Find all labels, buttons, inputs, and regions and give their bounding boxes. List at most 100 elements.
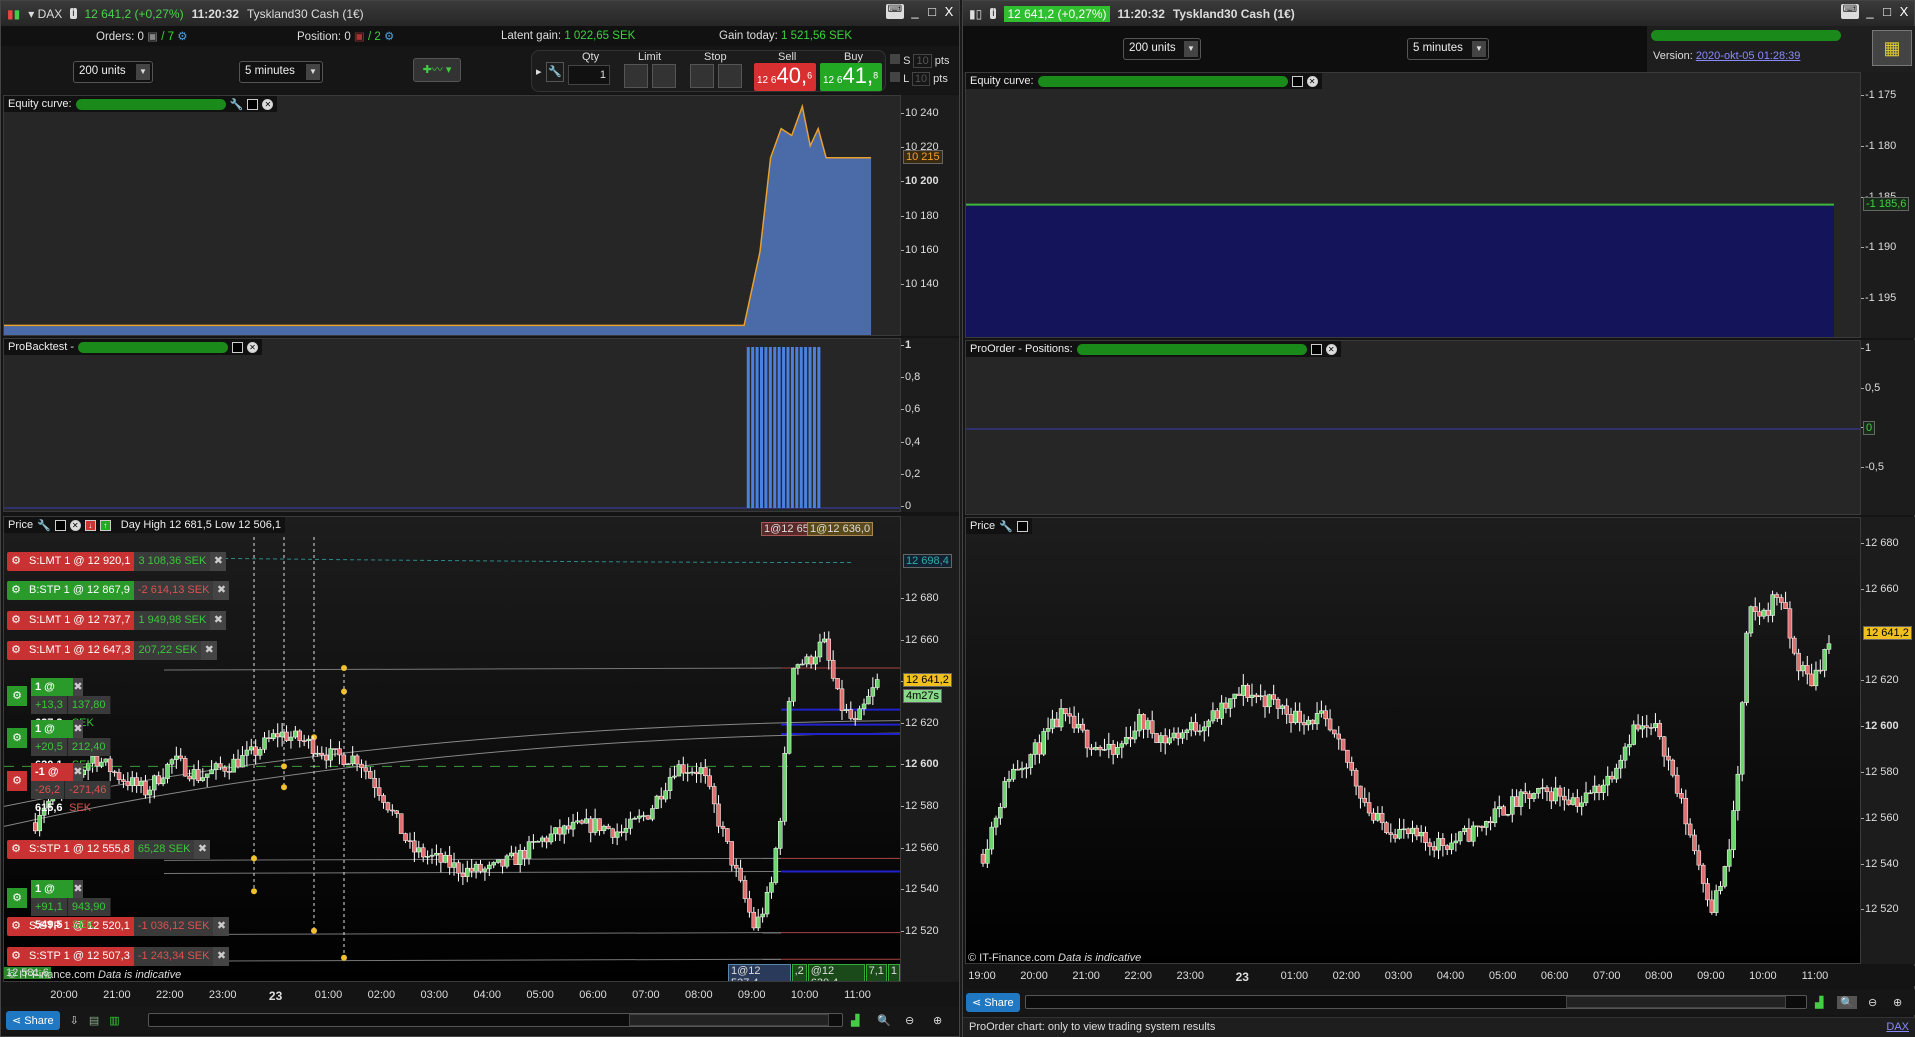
sell-stop-button[interactable] bbox=[718, 64, 742, 88]
cancel-order-button[interactable]: ✖ bbox=[210, 611, 227, 630]
s-checkbox[interactable] bbox=[890, 54, 900, 64]
pending-order-label[interactable]: ⚙ S:LMT 1 @ 12 737,7 1 949,98 SEK ✖ bbox=[7, 611, 227, 630]
timeframe-select[interactable]: 5 minutes ▼ bbox=[239, 61, 323, 83]
pending-order-label[interactable]: ⚙ B:STP 1 @ 12 867,9 -2 614,13 SEK ✖ bbox=[7, 581, 230, 600]
trade-tag[interactable]: 7,1 bbox=[865, 964, 887, 981]
chart-type-icon[interactable]: ▟ bbox=[851, 1014, 859, 1027]
zoom-out-icon[interactable]: ⊖ bbox=[1868, 996, 1877, 1009]
l-checkbox[interactable] bbox=[890, 72, 900, 82]
l-pts-input[interactable]: 10 bbox=[911, 72, 931, 86]
close-position-button[interactable]: ✖ bbox=[73, 678, 83, 696]
trade-tag[interactable]: 1@12 537,4 bbox=[728, 964, 791, 981]
cancel-order-button[interactable]: ✖ bbox=[213, 947, 230, 966]
timeframe-select[interactable]: 5 minutes ▼ bbox=[1407, 38, 1489, 60]
horizontal-scrollbar[interactable] bbox=[1025, 995, 1807, 1009]
cancel-order-button[interactable]: ✖ bbox=[213, 581, 230, 600]
gears-icon[interactable]: ⚙ bbox=[7, 947, 25, 966]
close-position-button[interactable]: ✖ bbox=[73, 720, 83, 738]
cancel-order-button[interactable]: ✖ bbox=[201, 641, 218, 660]
dax-link[interactable]: DAX bbox=[1886, 1021, 1909, 1033]
trade-tag[interactable]: ,2 bbox=[791, 964, 807, 981]
maximize-pane-icon[interactable] bbox=[1016, 520, 1028, 532]
cancel-orders-icon[interactable]: ▣ bbox=[147, 31, 158, 43]
trade-tag[interactable]: @12 630,4 bbox=[807, 964, 865, 981]
autoscale-icon[interactable]: 🔍 bbox=[877, 1014, 891, 1027]
minimize-button[interactable]: _ bbox=[1864, 4, 1876, 19]
position-total[interactable]: / 2 bbox=[368, 31, 381, 43]
close-position-button[interactable]: ✖ bbox=[73, 763, 83, 781]
wrench-icon[interactable]: 🔧 bbox=[999, 520, 1013, 533]
pending-order-label[interactable]: ⚙ S:LMT 1 @ 12 920,1 3 108,36 SEK ✖ bbox=[7, 552, 227, 571]
keyboard-icon[interactable]: ⌨ bbox=[1840, 4, 1859, 19]
list-icon[interactable]: ▤ bbox=[89, 1014, 99, 1027]
trading-system-icon[interactable]: ▦ bbox=[1872, 30, 1912, 66]
close-pane-icon[interactable]: ✕ bbox=[247, 341, 259, 353]
maximize-button[interactable]: □ bbox=[1881, 4, 1893, 19]
order-tag[interactable]: 1@12 65 bbox=[761, 522, 812, 536]
cancel-order-button[interactable]: ✖ bbox=[194, 840, 211, 859]
cancel-order-button[interactable]: ✖ bbox=[213, 917, 230, 936]
gears-icon[interactable]: ⚙ bbox=[384, 31, 394, 43]
horizontal-scrollbar[interactable] bbox=[148, 1013, 843, 1027]
qty-input[interactable]: 1 bbox=[568, 65, 610, 85]
keyboard-icon[interactable]: ⌨ bbox=[885, 4, 904, 19]
maximize-pane-icon[interactable] bbox=[1291, 75, 1303, 87]
expand-arrow-icon[interactable]: ▸ bbox=[536, 65, 542, 78]
gears-icon[interactable]: ⚙ bbox=[7, 552, 25, 571]
gears-icon[interactable]: ⚙ bbox=[7, 728, 27, 748]
wrench-icon[interactable]: 🔧 bbox=[37, 519, 51, 532]
buy-stop-button[interactable] bbox=[690, 64, 714, 88]
maximize-pane-icon[interactable] bbox=[1310, 343, 1322, 355]
buy-button[interactable]: 12 641,8 bbox=[820, 63, 882, 91]
gears-icon[interactable]: ⚙ bbox=[177, 31, 187, 43]
close-pane-icon[interactable]: ✕ bbox=[1325, 343, 1337, 355]
close-position-icon[interactable]: ▣ bbox=[354, 31, 365, 43]
gears-icon[interactable]: ⚙ bbox=[7, 611, 25, 630]
gears-icon[interactable]: ⚙ bbox=[7, 686, 27, 706]
zoom-in-icon[interactable]: ⊕ bbox=[933, 1014, 942, 1027]
units-select[interactable]: 200 units ▼ bbox=[73, 61, 153, 83]
close-position-button[interactable]: ✖ bbox=[73, 880, 83, 898]
gears-icon[interactable]: ⚙ bbox=[7, 840, 25, 859]
pending-order-label[interactable]: ⚙ S:STP 1 @ 12 507,3 -1 243,34 SEK ✖ bbox=[7, 947, 230, 966]
gears-icon[interactable]: ⚙ bbox=[7, 641, 25, 660]
wrench-icon[interactable]: 🔧 bbox=[230, 98, 244, 111]
gears-icon[interactable]: ⚙ bbox=[7, 888, 27, 908]
close-pane-icon[interactable]: ✕ bbox=[262, 98, 274, 110]
s-pts-input[interactable]: 10 bbox=[913, 54, 932, 68]
symbol-dropdown[interactable]: ▾ DAX bbox=[28, 7, 62, 21]
units-select[interactable]: 200 units ▼ bbox=[1123, 38, 1201, 60]
cursor-icon[interactable]: ⇩ bbox=[70, 1014, 79, 1027]
zoom-out-icon[interactable]: ⊖ bbox=[905, 1014, 914, 1027]
trade-tag[interactable]: 1 bbox=[887, 964, 900, 981]
gears-icon[interactable]: ⚙ bbox=[7, 917, 25, 936]
maximize-pane-icon[interactable] bbox=[54, 519, 66, 531]
info-icon[interactable]: i bbox=[990, 8, 997, 19]
close-pane-icon[interactable]: ✕ bbox=[69, 519, 81, 531]
chart-type-icon[interactable]: ▟ bbox=[1815, 996, 1823, 1009]
share-button[interactable]: ⋖ Share bbox=[6, 1010, 60, 1030]
close-pane-icon[interactable]: ✕ bbox=[1306, 75, 1318, 87]
sell-button[interactable]: 12 640,6 bbox=[754, 63, 816, 91]
sell-limit-button[interactable] bbox=[652, 64, 676, 88]
scrollbar-thumb[interactable] bbox=[1566, 996, 1786, 1008]
wrench-icon[interactable]: 🔧 bbox=[546, 62, 564, 82]
buy-limit-button[interactable] bbox=[624, 64, 648, 88]
version-link[interactable]: 2020-okt-05 01:28:39 bbox=[1696, 50, 1801, 62]
pending-order-label[interactable]: ⚙ S:STP 1 @ 12 555,8 65,28 SEK ✖ bbox=[7, 840, 211, 859]
add-indicator-button[interactable]: ✚〰 ▾ bbox=[413, 58, 461, 82]
minimize-button[interactable]: _ bbox=[909, 4, 921, 19]
orderbook-icon[interactable]: ▥ bbox=[109, 1014, 119, 1027]
order-tag[interactable]: 1@12 636,0 bbox=[807, 522, 874, 536]
gears-icon[interactable]: ⚙ bbox=[7, 771, 27, 791]
autoscale-icon[interactable]: 🔍 bbox=[1837, 995, 1857, 1009]
maximize-pane-icon[interactable] bbox=[247, 98, 259, 110]
gears-icon[interactable]: ⚙ bbox=[7, 581, 25, 600]
close-button[interactable]: X bbox=[943, 4, 955, 19]
sell-arrow-icon[interactable]: ↓ bbox=[84, 519, 96, 531]
orders-total[interactable]: / 7 bbox=[161, 31, 174, 43]
cancel-order-button[interactable]: ✖ bbox=[210, 552, 227, 571]
info-icon[interactable]: i bbox=[70, 8, 77, 19]
share-button[interactable]: ⋖ Share bbox=[966, 992, 1020, 1012]
zoom-in-icon[interactable]: ⊕ bbox=[1893, 996, 1902, 1009]
